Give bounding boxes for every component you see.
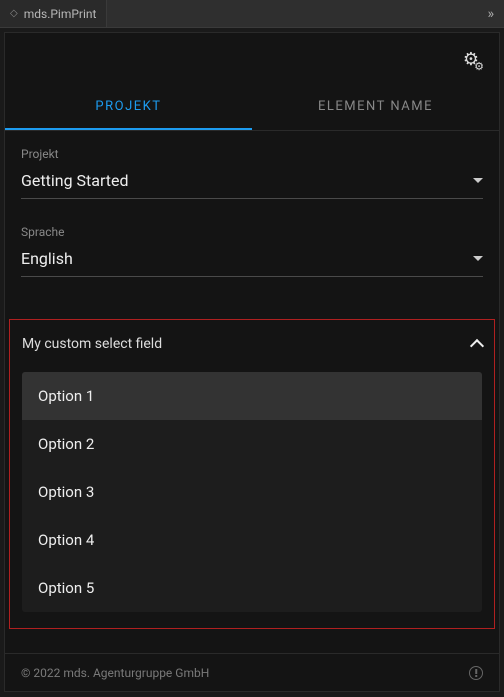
custom-select-container: My custom select field Option 1Option 2O… [9,319,495,629]
projekt-label: Projekt [21,147,483,161]
projekt-select[interactable]: Getting Started [21,167,483,199]
sprache-select[interactable]: English [21,245,483,277]
tab-projekt[interactable]: PROJEKT [5,85,252,130]
tab-bar: PROJEKT ELEMENT NAME [5,85,499,131]
dropdown-caret-icon [473,178,483,183]
custom-select-label: My custom select field [22,336,162,352]
option-item[interactable]: Option 1 [22,372,482,420]
option-item[interactable]: Option 2 [22,420,482,468]
copyright-text: © 2022 mds. Agenturgruppe GmbH [21,666,209,680]
sprache-field: Sprache English [21,225,483,277]
sprache-label: Sprache [21,225,483,239]
sprache-value: English [21,249,73,268]
tab-element-name[interactable]: ELEMENT NAME [252,85,499,130]
expand-icon[interactable]: » [477,6,504,22]
drag-handle-icon: ◇ [10,8,18,19]
options-list: Option 1Option 2Option 3Option 4Option 5 [22,372,482,612]
footer: © 2022 mds. Agenturgruppe GmbH [5,653,499,691]
option-item[interactable]: Option 5 [22,564,482,612]
fields-area: Projekt Getting Started Sprache English [5,131,499,319]
projekt-field: Projekt Getting Started [21,147,483,199]
custom-select-header[interactable]: My custom select field [22,332,482,372]
settings-icon[interactable]: ⚙⚙ [463,49,479,70]
chevron-up-icon [470,339,484,353]
title-bar: ◇ mds.PimPrint » [0,0,504,28]
panel-title: mds.PimPrint [24,7,97,21]
dropdown-caret-icon [473,256,483,261]
option-item[interactable]: Option 3 [22,468,482,516]
panel-tab[interactable]: ◇ mds.PimPrint [0,0,107,27]
header-row: ⚙⚙ [5,33,499,85]
info-icon[interactable] [469,666,483,680]
option-item[interactable]: Option 4 [22,516,482,564]
main-panel: ⚙⚙ PROJEKT ELEMENT NAME Projekt Getting … [4,32,500,692]
projekt-value: Getting Started [21,171,129,190]
